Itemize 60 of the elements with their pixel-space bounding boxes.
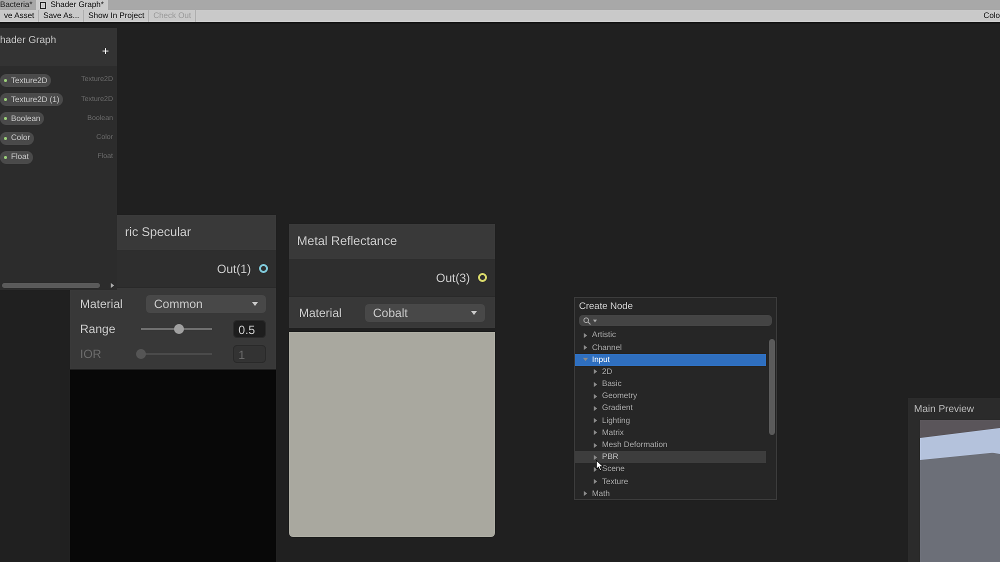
caret-right-icon bbox=[593, 382, 598, 387]
toolbar-button[interactable]: ve Asset bbox=[0, 10, 40, 22]
tree-item[interactable]: Mesh Deformation bbox=[575, 438, 766, 452]
toolbar-button[interactable]: Save As... bbox=[39, 10, 84, 22]
tree-item[interactable]: Basic bbox=[575, 378, 766, 390]
tree-item[interactable]: Texture bbox=[575, 476, 766, 488]
caret-right-icon bbox=[593, 406, 598, 411]
caret-down-icon bbox=[252, 300, 258, 306]
caret-right-icon bbox=[593, 369, 598, 374]
panel-title: Create Node bbox=[578, 300, 634, 314]
mouse-cursor-icon bbox=[596, 460, 604, 471]
caret-right-icon bbox=[593, 430, 598, 436]
property-pill[interactable]: Float bbox=[0, 150, 33, 164]
tree-item[interactable]: PBR bbox=[575, 451, 766, 464]
node-header: ric Specular bbox=[117, 215, 276, 250]
toolbar-button[interactable]: Colo bbox=[984, 10, 1000, 22]
caret-right-icon bbox=[593, 479, 598, 484]
property-pill[interactable]: Texture2D bbox=[0, 74, 52, 88]
property-pill[interactable]: Color bbox=[0, 132, 34, 145]
param-label: Material bbox=[299, 304, 342, 322]
document-tab[interactable]: Shader Graph* bbox=[36, 0, 108, 10]
caret-right-icon bbox=[593, 442, 598, 448]
document-tab[interactable]: Bacteria* bbox=[0, 0, 36, 10]
param-label: Material bbox=[80, 296, 123, 312]
blackboard-title: hader Graph bbox=[0, 34, 56, 48]
caret-right-icon bbox=[593, 394, 598, 399]
caret-down-icon bbox=[583, 357, 588, 362]
tree-item[interactable]: Input bbox=[575, 354, 766, 366]
slider-thumb[interactable] bbox=[174, 324, 184, 334]
property-pill[interactable]: Texture2D (1) bbox=[0, 93, 64, 106]
caret-right-icon bbox=[593, 418, 598, 424]
param-label: Range bbox=[80, 320, 116, 338]
document-icon bbox=[40, 2, 46, 8]
tree-item[interactable]: Lighting bbox=[575, 414, 766, 427]
caret-right-icon bbox=[593, 454, 598, 460]
caret-right-icon bbox=[583, 345, 588, 350]
panel-title: Main Preview bbox=[913, 402, 976, 416]
tree-item[interactable]: 2D bbox=[575, 366, 766, 378]
tree-item[interactable]: Geometry bbox=[575, 390, 766, 402]
property-pill[interactable]: Boolean bbox=[0, 112, 44, 126]
tree-item[interactable]: Gradient bbox=[575, 402, 766, 415]
material-dropdown[interactable]: Cobalt bbox=[365, 304, 485, 322]
search-icon bbox=[583, 316, 591, 325]
caret-right-icon bbox=[583, 491, 588, 496]
search-field[interactable] bbox=[579, 315, 772, 326]
tree-item[interactable]: Matrix bbox=[575, 426, 766, 439]
caret-down-icon bbox=[471, 310, 477, 316]
toolbar-button[interactable]: Show In Project bbox=[84, 10, 150, 22]
port-label: Out(3) bbox=[436, 270, 470, 286]
node-header: Metal Reflectance bbox=[289, 224, 495, 259]
caret-right-icon bbox=[583, 332, 588, 338]
caret-down-icon bbox=[593, 318, 597, 323]
scroll-arrow-icon bbox=[110, 283, 115, 288]
tree-item[interactable]: Math bbox=[575, 488, 766, 500]
value-field[interactable]: 0.5 bbox=[233, 320, 266, 338]
port-label: Out(1) bbox=[216, 260, 251, 278]
tree-item[interactable]: Channel bbox=[575, 341, 766, 354]
material-dropdown[interactable]: Common bbox=[146, 294, 266, 312]
tree-item[interactable]: Artistic bbox=[575, 329, 766, 342]
add-button[interactable]: + bbox=[102, 45, 109, 57]
